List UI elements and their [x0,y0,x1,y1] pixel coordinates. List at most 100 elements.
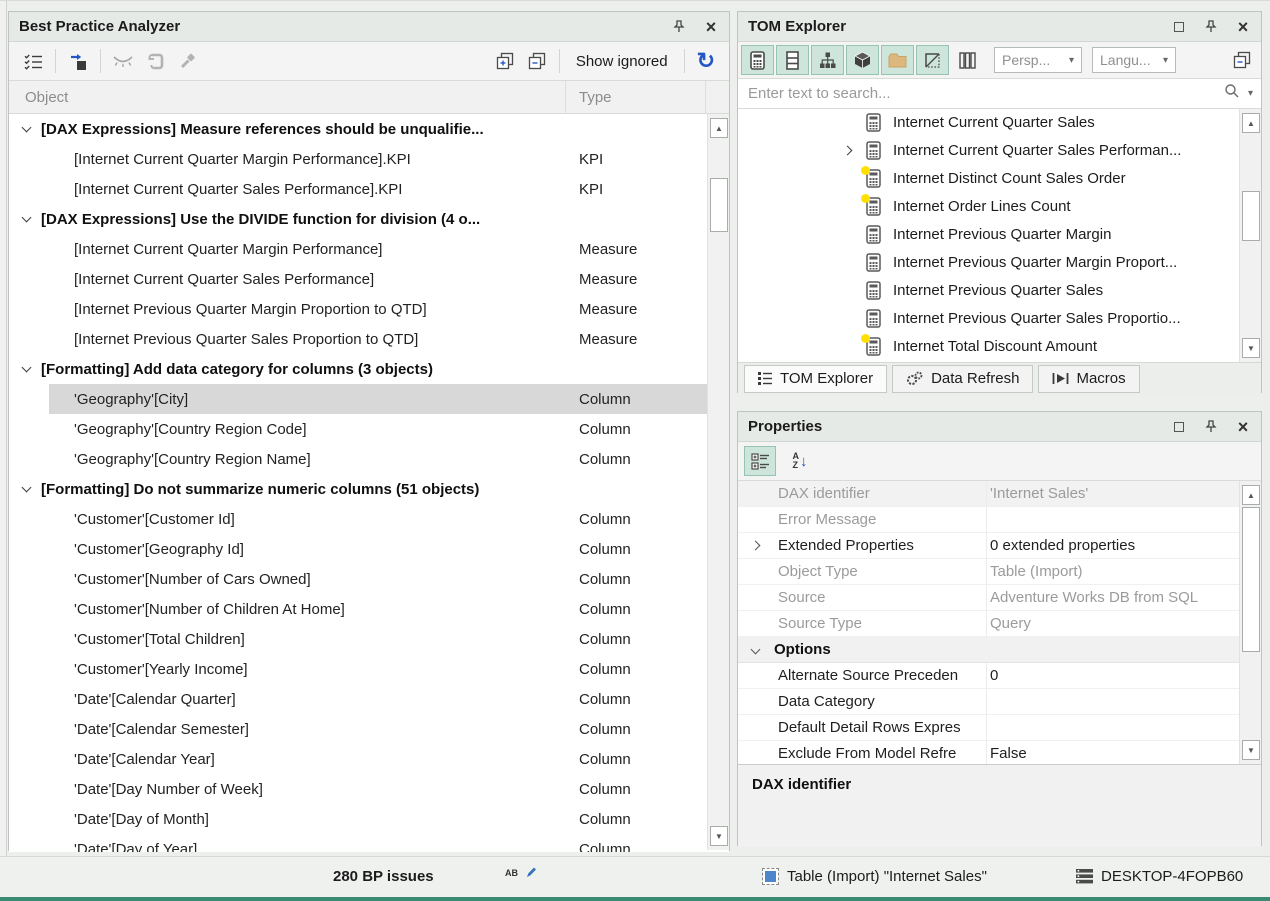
az-sort-icon[interactable]: AZ↓ [784,446,816,476]
property-value[interactable]: False [990,745,1237,762]
scroll-thumb[interactable] [1242,507,1260,652]
close-icon[interactable]: × [1235,419,1251,435]
tree-vertical-scrollbar[interactable]: ▲ ▼ [1239,109,1261,362]
bpa-object-row[interactable]: 'Date'[Day Number of Week] Column [9,774,729,804]
tab-macros[interactable]: Macros [1038,365,1139,393]
refresh-icon[interactable]: ↻ [691,50,721,72]
property-value[interactable]: 0 [990,667,1237,684]
show-hidden-icon[interactable] [916,45,949,75]
bpa-object-row[interactable]: [Internet Current Quarter Sales Performa… [9,264,729,294]
columns-icon[interactable] [951,45,984,75]
chevron-down-icon[interactable] [22,483,32,493]
bpa-object-row[interactable]: 'Customer'[Number of Children At Home] C… [9,594,729,624]
bpa-object-row[interactable]: 'Geography'[Country Region Name] Column [9,444,729,474]
tree-item[interactable]: Internet Previous Quarter Sales [738,277,1261,305]
chevron-down-icon[interactable]: ▾ [1248,88,1253,99]
property-row[interactable]: Data Category [738,689,1261,715]
goto-object-icon[interactable] [62,47,94,75]
tree-item[interactable]: Internet Previous Quarter Sales Proporti… [738,305,1261,333]
collapse-all-icon[interactable] [521,47,553,75]
hierarchy-icon[interactable] [811,45,844,75]
chevron-down-icon[interactable] [22,123,32,133]
chevron-right-icon[interactable] [751,541,761,551]
selected-object-status[interactable]: Table (Import) "Internet Sales" [762,868,987,885]
checklist-icon[interactable] [17,47,49,75]
scroll-up-icon[interactable]: ▲ [710,118,728,138]
column-header-type[interactable]: Type [579,89,612,106]
folder-icon[interactable] [881,45,914,75]
pin-icon[interactable] [671,19,687,35]
maximize-icon[interactable] [1171,419,1187,435]
categorized-icon[interactable] [744,446,776,476]
tab-data-refresh[interactable]: Data Refresh [892,365,1033,393]
tree-item[interactable]: Internet Distinct Count Sales Order [738,165,1261,193]
property-category-row[interactable]: Options [738,637,1261,663]
rename-edit-icon[interactable]: AB [505,866,537,878]
collapse-all-icon[interactable] [1226,46,1258,74]
property-row[interactable]: Object Type Table (Import) [738,559,1261,585]
chevron-down-icon[interactable] [751,645,761,655]
script-icon[interactable] [139,47,171,75]
bpa-object-row[interactable]: [Internet Previous Quarter Margin Propor… [9,294,729,324]
property-row[interactable]: Default Detail Rows Expres [738,715,1261,741]
measures-icon[interactable] [741,45,774,75]
scroll-thumb[interactable] [710,178,728,232]
perspective-select[interactable]: Persp... ▾ [994,47,1082,73]
chevron-down-icon[interactable] [22,213,32,223]
bpa-group-row[interactable]: [DAX Expressions] Measure references sho… [9,114,729,144]
scroll-thumb[interactable] [1242,191,1260,241]
tab-tom-explorer[interactable]: TOM Explorer [744,365,887,393]
scroll-down-icon[interactable]: ▼ [1242,740,1260,760]
bpa-group-row[interactable]: [DAX Expressions] Use the DIVIDE functio… [9,204,729,234]
property-row[interactable]: Source Type Query [738,611,1261,637]
tree-item[interactable]: Internet Total Discount Amount [738,333,1261,361]
show-ignored-button[interactable]: Show ignored [566,53,678,70]
language-select[interactable]: Langu... ▾ [1092,47,1176,73]
bpa-vertical-scrollbar[interactable]: ▲ ▼ [707,114,729,850]
tree-item[interactable]: Internet Current Quarter Sales Performan… [738,137,1261,165]
table-icon[interactable] [776,45,809,75]
scroll-up-icon[interactable]: ▲ [1242,113,1260,133]
scroll-up-icon[interactable]: ▲ [1242,485,1260,505]
bpa-object-row[interactable]: 'Date'[Day of Month] Column [9,804,729,834]
property-row[interactable]: Source Adventure Works DB from SQL [738,585,1261,611]
bpa-object-row[interactable]: 'Customer'[Customer Id] Column [9,504,729,534]
property-value[interactable]: 0 extended properties [990,537,1237,554]
bpa-object-row[interactable]: [Internet Current Quarter Margin Perform… [9,144,729,174]
bpa-group-row[interactable]: [Formatting] Add data category for colum… [9,354,729,384]
tree-item[interactable]: Internet Previous Quarter Margin [738,221,1261,249]
properties-vertical-scrollbar[interactable]: ▲ ▼ [1239,481,1261,764]
bpa-object-row[interactable]: 'Customer'[Yearly Income] Column [9,654,729,684]
chevron-right-icon[interactable] [843,146,853,156]
bpa-object-row[interactable]: [Internet Previous Quarter Sales Proport… [9,324,729,354]
tree-item[interactable]: Internet Current Quarter Sales [738,109,1261,137]
fix-screwdriver-icon[interactable] [171,47,203,75]
bpa-object-row[interactable]: 'Customer'[Geography Id] Column [9,534,729,564]
bpa-object-row[interactable]: 'Customer'[Number of Cars Owned] Column [9,564,729,594]
chevron-down-icon[interactable] [22,363,32,373]
bpa-object-row[interactable]: 'Date'[Calendar Quarter] Column [9,684,729,714]
tree-item[interactable]: Internet Order Lines Count [738,193,1261,221]
bpa-object-row[interactable]: 'Customer'[Total Children] Column [9,624,729,654]
partition-cube-icon[interactable] [846,45,879,75]
bpa-object-row[interactable]: [Internet Current Quarter Margin Perform… [9,234,729,264]
search-input[interactable] [746,84,1224,103]
bpa-object-row[interactable]: 'Date'[Calendar Semester] Column [9,714,729,744]
property-value[interactable]: Query [990,615,1237,632]
pin-icon[interactable] [1203,419,1219,435]
property-value[interactable]: 'Internet Sales' [990,485,1237,502]
close-icon[interactable]: × [703,19,719,35]
property-value[interactable]: Adventure Works DB from SQL [990,589,1237,606]
bpa-object-row[interactable]: 'Geography'[City] Column [9,384,729,414]
scroll-down-icon[interactable]: ▼ [1242,338,1260,358]
property-row[interactable]: Extended Properties 0 extended propertie… [738,533,1261,559]
property-row[interactable]: Alternate Source Preceden 0 [738,663,1261,689]
search-icon[interactable] [1224,83,1240,104]
property-row[interactable]: Error Message [738,507,1261,533]
maximize-icon[interactable] [1171,19,1187,35]
property-row[interactable]: Exclude From Model Refre False [738,741,1261,764]
pin-icon[interactable] [1203,19,1219,35]
property-row[interactable]: DAX identifier 'Internet Sales' [738,481,1261,507]
ignore-eye-icon[interactable] [107,47,139,75]
bpa-object-row[interactable]: 'Date'[Day of Year] Column [9,834,729,852]
